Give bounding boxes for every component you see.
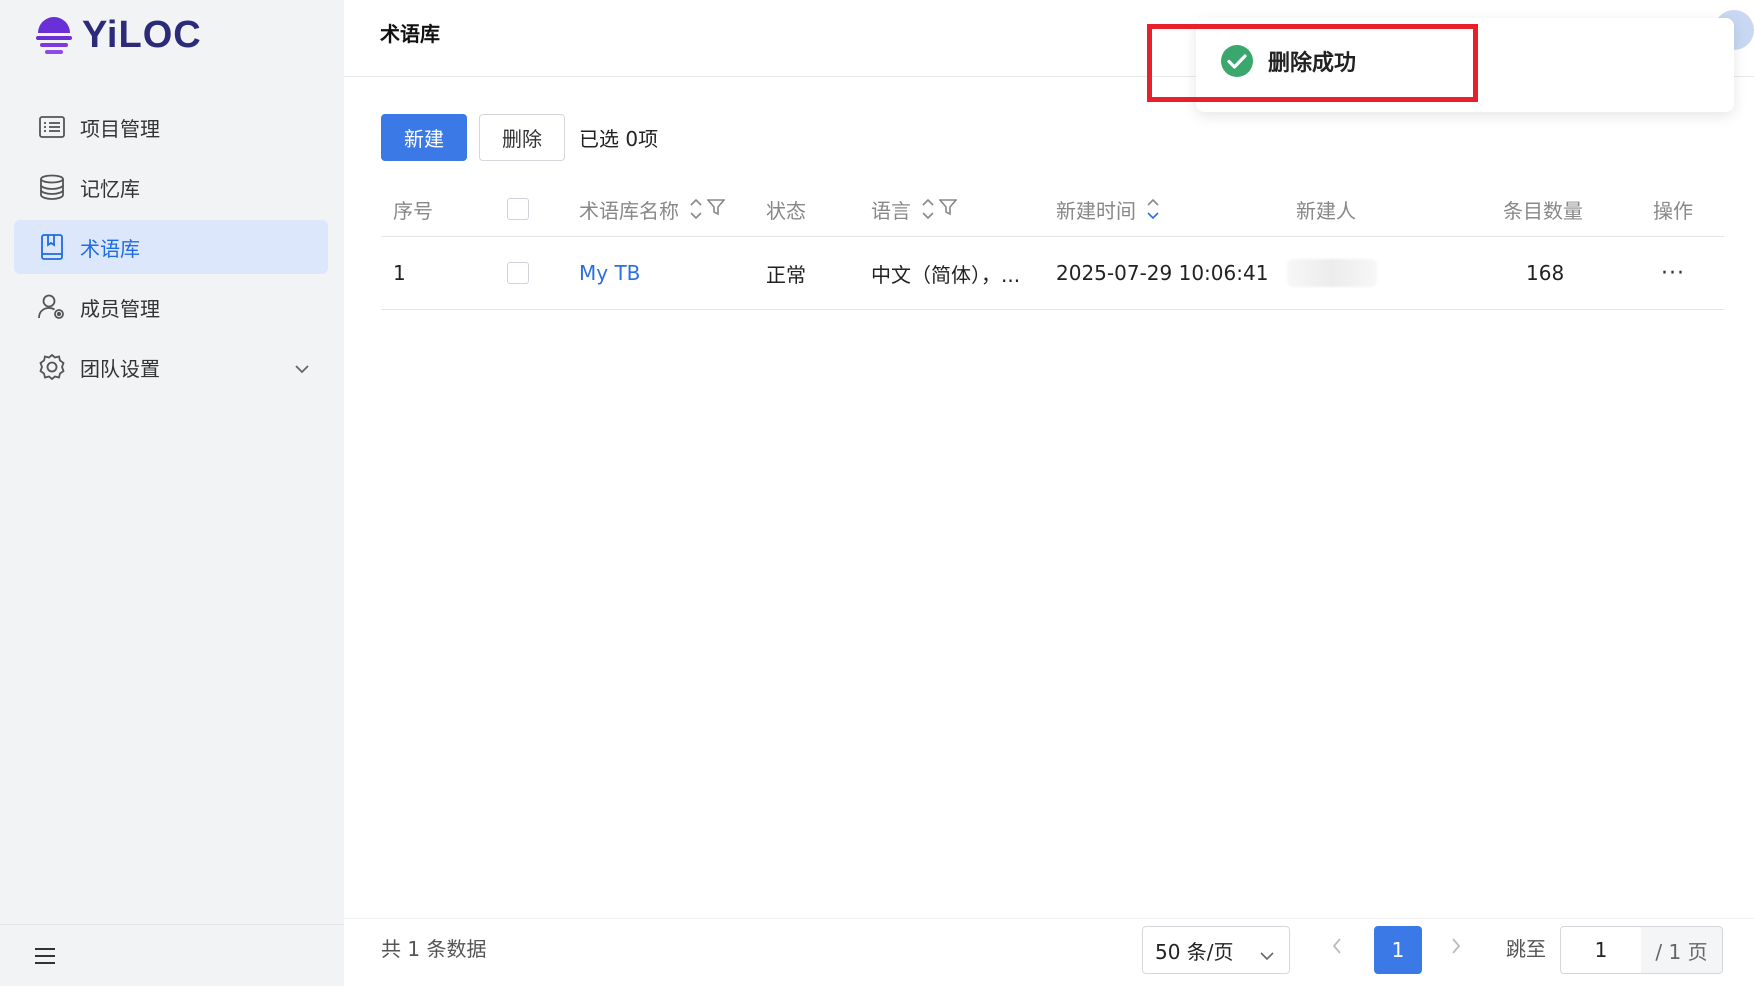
col-actions: 操作: [1653, 198, 1693, 223]
jump-label: 跳至: [1506, 937, 1546, 961]
next-page-icon[interactable]: [1450, 937, 1462, 959]
col-status: 状态: [766, 198, 806, 223]
menu-icon[interactable]: [34, 947, 56, 969]
prev-page-icon[interactable]: [1331, 937, 1343, 959]
total-count: 共 1 条数据: [381, 937, 487, 961]
sort-icon[interactable]: [689, 196, 703, 222]
gear-icon: [38, 353, 66, 381]
sidebar-item-label: 团队设置: [80, 356, 160, 381]
sort-desc-icon[interactable]: [1146, 196, 1160, 222]
list-icon: [38, 113, 66, 141]
sort-icon[interactable]: [921, 196, 935, 222]
col-count: 条目数量: [1503, 198, 1583, 223]
sidebar-nav: 项目管理 记忆库 术语库 成员管理 团队设置: [14, 100, 328, 400]
col-created-cell: 新建时间: [1056, 182, 1160, 236]
row-count: 168: [1526, 261, 1565, 285]
selected-count: 已选 0项: [579, 127, 659, 151]
sidebar-item-memory[interactable]: 记忆库: [14, 160, 328, 214]
table-row: 1 My TB 正常 中文（简体），... 2025-07-29 10:06:4…: [381, 237, 1724, 310]
sidebar-item-label: 成员管理: [80, 296, 160, 321]
sidebar-item-label: 记忆库: [80, 176, 140, 201]
col-language: 语言: [871, 198, 911, 223]
page-size-value: 50 条/页: [1155, 939, 1234, 964]
col-created: 新建时间: [1056, 198, 1136, 223]
row-name-link[interactable]: My TB: [579, 237, 640, 309]
logo-text: YiLOC: [82, 14, 202, 56]
database-icon: [38, 173, 66, 201]
toolbar: 新建 删除 已选 0项: [381, 114, 658, 161]
sidebar-item-team-settings[interactable]: 团队设置: [14, 340, 328, 394]
user-icon: [38, 293, 66, 321]
sidebar-item-members[interactable]: 成员管理: [14, 280, 328, 334]
page-button-current[interactable]: 1: [1374, 926, 1422, 974]
page-title: 术语库: [380, 22, 440, 46]
row-language: 中文（简体），...: [871, 262, 1021, 287]
highlight-box: [1147, 24, 1478, 102]
header-checkbox-cell: [507, 182, 529, 236]
book-icon: [38, 233, 66, 261]
pagination: 共 1 条数据 50 条/页 1 跳至 / 1 页: [344, 918, 1754, 986]
termbase-table: 序号 术语库名称 状态 语言 新建时间 新建人 条目数量 操作 1 My TB …: [381, 182, 1724, 310]
redacted-creator: [1287, 259, 1377, 287]
sidebar-item-label: 术语库: [80, 236, 140, 261]
table-header: 序号 术语库名称 状态 语言 新建时间 新建人 条目数量 操作: [381, 182, 1724, 237]
filter-icon[interactable]: [706, 197, 726, 221]
filter-icon[interactable]: [938, 197, 958, 221]
col-language-cell: 语言: [871, 182, 958, 236]
col-index: 序号: [393, 198, 433, 223]
sidebar-bottom: [0, 924, 344, 986]
page-total: / 1 页: [1641, 926, 1723, 974]
row-index: 1: [393, 261, 406, 285]
col-name-cell: 术语库名称: [579, 182, 726, 236]
sidebar-item-projects[interactable]: 项目管理: [14, 100, 328, 154]
page-size-select[interactable]: 50 条/页: [1142, 926, 1290, 974]
new-button[interactable]: 新建: [381, 114, 467, 161]
delete-button[interactable]: 删除: [479, 114, 565, 161]
row-creator-cell: [1287, 237, 1377, 309]
chevron-down-icon[interactable]: [294, 355, 310, 379]
row-created: 2025-07-29 10:06:41: [1056, 261, 1269, 285]
row-checkbox[interactable]: [507, 262, 529, 284]
col-creator: 新建人: [1296, 198, 1356, 223]
sidebar-item-label: 项目管理: [80, 116, 160, 141]
more-actions-button[interactable]: ···: [1661, 237, 1685, 309]
sidebar-item-termbase[interactable]: 术语库: [14, 220, 328, 274]
jump-page-input[interactable]: [1560, 926, 1642, 974]
sidebar: YiLOC 项目管理 记忆库 术语库 成员管理 团队设置: [0, 0, 344, 986]
row-status: 正常: [766, 262, 806, 287]
chevron-down-icon: [1259, 942, 1275, 966]
logo-icon: [36, 16, 72, 54]
logo[interactable]: YiLOC: [34, 14, 202, 57]
col-name: 术语库名称: [579, 198, 679, 223]
row-checkbox-cell: [507, 237, 529, 309]
select-all-checkbox[interactable]: [507, 198, 529, 220]
